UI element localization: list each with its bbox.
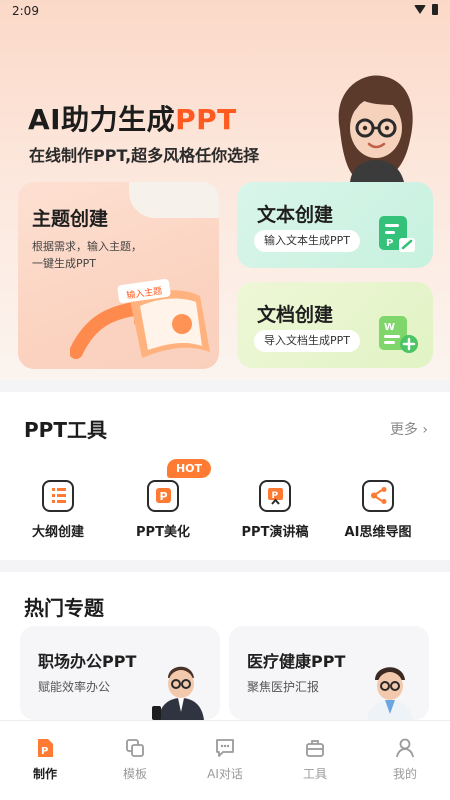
status-bar: 2:09 (0, 0, 450, 22)
battery-icon (432, 4, 438, 15)
hot-badge: HOT (167, 459, 211, 478)
office-worker-avatar (152, 666, 204, 720)
hot-topics-title: 热门专题 (24, 596, 104, 620)
text-create-card[interactable]: 文本创建 输入文本生成PPT P (237, 182, 433, 268)
chevron-right-icon: › (422, 422, 428, 438)
tool-label: PPT演讲稿 (241, 525, 309, 540)
nav-label: AI对话 (207, 767, 243, 781)
svg-text:P: P (41, 746, 48, 757)
tool-label: 大纲创建 (31, 525, 84, 540)
nav-label: 工具 (302, 767, 327, 781)
text-card-title: 文本创建 (257, 204, 334, 226)
theme-card-desc: 根据需求，输入主题，一键生成PPT (32, 240, 142, 270)
theme-card-title: 主题创建 (32, 208, 109, 230)
doc-create-card[interactable]: 文档创建 导入文档生成PPT W (237, 282, 433, 368)
doc-card-title: 文档创建 (257, 304, 334, 326)
tool-mindmap[interactable]: AI思维导图 (328, 476, 428, 546)
make-icon: P (38, 739, 53, 757)
svg-text:P: P (386, 238, 393, 249)
svg-text:P: P (159, 490, 167, 503)
topic-subtitle: 赋能效率办公 (38, 680, 111, 694)
nav-label: 制作 (32, 767, 57, 781)
topic-subtitle: 聚焦医护汇报 (247, 680, 320, 694)
nav-ai-chat[interactable]: AI对话 (180, 735, 270, 785)
status-time: 2:09 (12, 4, 39, 18)
hot-topics-section: 热门专题 职场办公PPT 赋能效率办公 医疗健康PPT 聚焦医护汇报 (0, 572, 450, 720)
doctor-avatar (367, 667, 413, 720)
ppt-beautify-icon: P (147, 480, 179, 512)
profile-icon (396, 738, 414, 758)
svg-text:W: W (384, 322, 395, 333)
topic-title: 职场办公PPT (38, 652, 137, 671)
tools-section-title: PPT工具 (24, 418, 107, 442)
bottom-nav: P 制作 模板 AI对话 工具 我的 (0, 720, 450, 800)
avatar-illustration (338, 75, 413, 182)
theme-create-card[interactable]: 主题创建 根据需求，输入主题，一键生成PPT 输入主题 (18, 182, 219, 369)
nav-make[interactable]: P 制作 (0, 735, 90, 785)
hero-title: AI助力生成PPT (28, 98, 237, 138)
nav-label: 模板 (122, 767, 147, 781)
mindmap-icon (362, 480, 394, 512)
word-doc-icon: W (379, 316, 418, 353)
status-icons (414, 4, 438, 15)
chat-icon (216, 739, 234, 757)
nav-label: 我的 (392, 767, 417, 781)
theme-illustration: 输入主题 (70, 278, 210, 359)
hero-title-accent: PPT (175, 103, 237, 136)
toolbox-icon (306, 740, 324, 757)
hero-subtitle: 在线制作PPT,超多风格任你选择 (29, 146, 260, 165)
template-icon (126, 739, 144, 757)
tool-label: PPT美化 (136, 525, 190, 540)
tool-outline[interactable]: 大纲创建 (8, 476, 108, 546)
tool-ppt-beautify[interactable]: P PPT美化 (113, 476, 213, 546)
tool-label: AI思维导图 (344, 525, 412, 540)
nav-template[interactable]: 模板 (90, 735, 180, 785)
card-tab-shape (129, 182, 219, 218)
wifi-icon (414, 5, 426, 14)
topic-title: 医疗健康PPT (247, 652, 346, 671)
hero-title-prefix: AI助力生成 (28, 103, 176, 136)
topic-card-office[interactable]: 职场办公PPT 赋能效率办公 (20, 626, 220, 720)
doc-card-pill: 导入文档生成PPT (254, 330, 360, 352)
topic-card-medical[interactable]: 医疗健康PPT 聚焦医护汇报 (229, 626, 429, 720)
text-doc-icon: P (379, 216, 415, 252)
presentation-icon: P (259, 480, 291, 512)
tool-presentation[interactable]: P PPT演讲稿 (225, 476, 325, 546)
text-card-pill: 输入文本生成PPT (254, 230, 360, 252)
ppt-tools-section: PPT工具 更多 › 大纲创建 P PPT美化 P PPT演讲稿 AI思维导图 (0, 392, 450, 560)
outline-icon (42, 480, 74, 512)
nav-tools[interactable]: 工具 (270, 735, 360, 785)
more-label: 更多 (389, 422, 418, 438)
nav-profile[interactable]: 我的 (360, 735, 450, 785)
more-link[interactable]: 更多 › (390, 419, 428, 439)
